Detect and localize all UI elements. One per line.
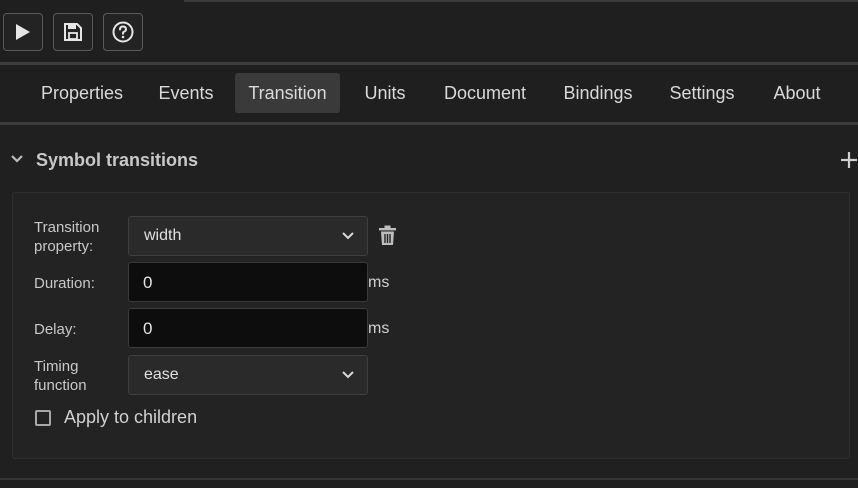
transition-property-label-line1: Transition xyxy=(34,219,100,236)
app-window: Properties Events Transition Units Docum… xyxy=(0,0,858,488)
tab-settings[interactable]: Settings xyxy=(656,73,748,113)
toolbar xyxy=(0,0,858,62)
tab-transition[interactable]: Transition xyxy=(235,73,340,113)
tab-about[interactable]: About xyxy=(758,73,836,113)
help-button[interactable] xyxy=(103,13,143,51)
tab-events[interactable]: Events xyxy=(146,73,226,113)
duration-label: Duration: xyxy=(34,275,95,292)
timing-function-label-line1: Timing xyxy=(34,358,79,375)
transition-property-select[interactable]: width xyxy=(128,216,368,256)
delay-value: 0 xyxy=(143,319,153,338)
toolbar-divider xyxy=(184,0,858,2)
tab-separator xyxy=(0,122,858,125)
play-button[interactable] xyxy=(3,13,43,51)
tab-properties[interactable]: Properties xyxy=(26,73,138,113)
duration-input[interactable]: 0 xyxy=(128,262,368,302)
timing-function-label: Timing function xyxy=(34,357,87,395)
duration-value: 0 xyxy=(143,273,153,292)
play-icon xyxy=(16,24,30,40)
chevron-down-icon xyxy=(342,371,354,379)
tab-document[interactable]: Document xyxy=(430,73,540,113)
trash-icon[interactable] xyxy=(378,225,397,246)
save-button[interactable] xyxy=(53,13,93,51)
transition-property-label-line2: property: xyxy=(34,238,94,255)
apply-to-children-checkbox[interactable] xyxy=(35,410,51,426)
chevron-down-icon xyxy=(342,232,354,240)
save-icon xyxy=(64,23,82,41)
timing-function-value: ease xyxy=(144,366,179,383)
delay-unit: ms xyxy=(368,320,390,337)
timing-function-label-line2: function xyxy=(34,377,87,394)
duration-unit: ms xyxy=(368,274,390,291)
section-title: Symbol transitions xyxy=(36,150,199,170)
tab-units[interactable]: Units xyxy=(350,73,420,113)
tab-bindings[interactable]: Bindings xyxy=(550,73,646,113)
timing-function-select[interactable]: ease xyxy=(128,355,368,395)
delay-input[interactable]: 0 xyxy=(128,308,368,348)
apply-to-children-label[interactable]: Apply to children xyxy=(64,407,197,428)
chevron-down-icon[interactable] xyxy=(10,154,24,164)
transition-property-label: Transition property: xyxy=(34,218,99,256)
transition-property-value: width xyxy=(144,227,182,244)
delay-label: Delay: xyxy=(34,321,77,338)
bottom-divider xyxy=(0,478,858,480)
plus-icon[interactable] xyxy=(840,151,858,169)
help-circle-icon xyxy=(112,21,134,43)
tab-bar: Properties Events Transition Units Docum… xyxy=(0,65,858,123)
section-header[interactable]: Symbol transitions xyxy=(0,140,858,182)
